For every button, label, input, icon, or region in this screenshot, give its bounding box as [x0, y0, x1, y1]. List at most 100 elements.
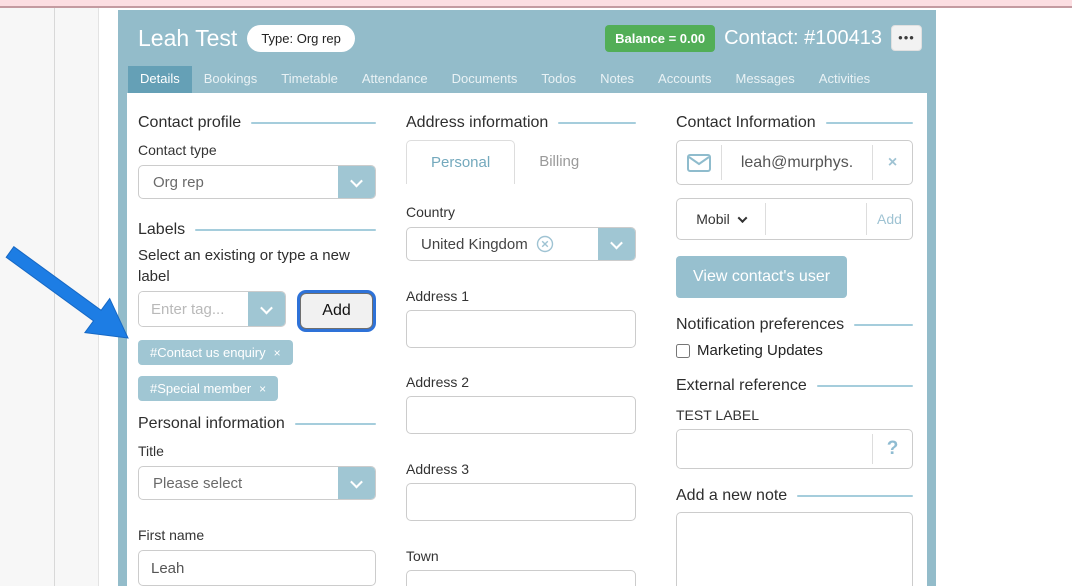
tag-chip[interactable]: #Contact us enquiry × — [138, 340, 293, 365]
contact-information-heading-text: Contact Information — [676, 114, 816, 132]
heading-rule — [826, 122, 913, 124]
heading-rule — [817, 385, 913, 387]
tab-accounts[interactable]: Accounts — [646, 66, 723, 93]
tab-activities[interactable]: Activities — [807, 66, 882, 93]
tab-documents[interactable]: Documents — [440, 66, 530, 93]
address-tabs: Personal Billing — [406, 140, 636, 184]
contact-type-select[interactable]: Org rep — [138, 165, 376, 199]
first-name-input[interactable] — [138, 550, 376, 586]
address1-label: Address 1 — [406, 288, 636, 304]
contact-id-label: Contact: #100413 — [724, 27, 882, 50]
marketing-updates-checkbox[interactable] — [676, 344, 690, 358]
clear-selection-icon[interactable] — [536, 235, 554, 253]
chevron-down-icon — [610, 236, 623, 249]
marketing-updates-label: Marketing Updates — [697, 342, 823, 359]
address2-label: Address 2 — [406, 374, 636, 390]
personal-information-heading: Personal information — [138, 415, 376, 433]
address3-input[interactable] — [406, 483, 636, 521]
external-reference-input[interactable] — [677, 430, 872, 468]
title-dropdown-button[interactable] — [338, 467, 375, 499]
tag-chip[interactable]: #Special member × — [138, 376, 278, 401]
country-select[interactable]: United Kingdom — [406, 227, 636, 261]
tab-attendance[interactable]: Attendance — [350, 66, 440, 93]
address2-input[interactable] — [406, 396, 636, 434]
contact-type-label: Contact type — [138, 142, 376, 158]
external-reference-heading-text: External reference — [676, 377, 807, 395]
new-note-textarea[interactable] — [676, 512, 913, 586]
balance-badge: Balance = 0.00 — [605, 25, 715, 52]
test-label-label: TEST LABEL — [676, 407, 913, 423]
help-icon[interactable]: ? — [873, 430, 912, 468]
contact-tab-bar: Details Bookings Timetable Attendance Do… — [118, 66, 936, 93]
remove-tag-icon[interactable]: × — [274, 346, 281, 360]
tag-chip-label: #Contact us enquiry — [150, 345, 266, 360]
tab-details[interactable]: Details — [128, 66, 192, 93]
top-pink-divider — [0, 6, 1072, 8]
phone-type-select[interactable]: Mobil — [677, 199, 765, 239]
town-label: Town — [406, 548, 636, 564]
contact-profile-heading-text: Contact profile — [138, 114, 241, 132]
heading-rule — [558, 122, 636, 124]
country-value: United Kingdom — [407, 228, 598, 260]
address1-input[interactable] — [406, 310, 636, 348]
add-note-heading-text: Add a new note — [676, 487, 787, 505]
column-contact-information: Contact Information × Mobil — [676, 93, 913, 586]
tab-messages[interactable]: Messages — [724, 66, 807, 93]
tag-entry-row: Add — [138, 291, 376, 329]
heading-rule — [251, 122, 376, 124]
envelope-icon — [677, 141, 721, 184]
tag-combobox[interactable] — [138, 291, 286, 327]
marketing-updates-row: Marketing Updates — [676, 342, 913, 359]
phone-type-value: Mobil — [696, 211, 729, 227]
labels-heading-text: Labels — [138, 221, 185, 239]
chevron-down-icon — [260, 301, 273, 314]
tab-bookings[interactable]: Bookings — [192, 66, 269, 93]
country-label: Country — [406, 204, 636, 220]
contact-record-panel: Leah Test Type: Org rep Balance = 0.00 C… — [118, 10, 936, 586]
remove-email-button[interactable]: × — [873, 141, 912, 184]
title-select[interactable]: Please select — [138, 466, 376, 500]
left-vertical-divider — [54, 8, 55, 586]
chevron-down-icon — [737, 213, 747, 223]
contact-information-heading: Contact Information — [676, 114, 913, 132]
contact-header: Leah Test Type: Org rep Balance = 0.00 C… — [118, 10, 936, 66]
country-dropdown-button[interactable] — [598, 228, 635, 260]
contact-type-dropdown-button[interactable] — [338, 166, 375, 198]
email-input[interactable] — [722, 141, 872, 184]
more-actions-button[interactable]: ••• — [891, 25, 922, 51]
notification-preferences-heading-text: Notification preferences — [676, 316, 844, 334]
remove-tag-icon[interactable]: × — [259, 382, 266, 396]
country-value-text: United Kingdom — [421, 236, 528, 253]
contact-name-title: Leah Test — [138, 25, 237, 52]
tab-todos[interactable]: Todos — [529, 66, 588, 93]
tag-input[interactable] — [139, 292, 248, 326]
tag-dropdown-button[interactable] — [248, 292, 285, 326]
tab-timetable[interactable]: Timetable — [269, 66, 350, 93]
add-note-heading: Add a new note — [676, 487, 913, 505]
add-tag-button[interactable]: Add — [300, 293, 373, 329]
contact-type-pill: Type: Org rep — [247, 25, 354, 52]
address-information-heading: Address information — [406, 114, 636, 132]
chevron-down-icon — [350, 174, 363, 187]
view-contacts-user-button[interactable]: View contact's user — [676, 256, 847, 298]
address-tab-personal[interactable]: Personal — [406, 140, 515, 184]
external-reference-row: ? — [676, 429, 913, 469]
add-phone-button[interactable]: Add — [867, 199, 912, 239]
labels-description: Select an existing or type a new label — [138, 245, 376, 287]
town-input[interactable] — [406, 570, 636, 586]
left-background-panel — [0, 8, 99, 586]
details-content: Contact profile Contact type Org rep Lab… — [118, 93, 936, 586]
address-information-heading-text: Address information — [406, 114, 548, 132]
tab-notes[interactable]: Notes — [588, 66, 646, 93]
title-label: Title — [138, 443, 376, 459]
heading-rule — [854, 324, 913, 326]
personal-information-heading-text: Personal information — [138, 415, 285, 433]
heading-rule — [797, 495, 913, 497]
phone-number-input[interactable] — [766, 199, 866, 239]
address-tab-billing[interactable]: Billing — [515, 140, 603, 184]
notification-preferences-heading: Notification preferences — [676, 316, 913, 334]
contact-profile-heading: Contact profile — [138, 114, 376, 132]
labels-heading: Labels — [138, 221, 376, 239]
tag-chip-row: #Contact us enquiry × — [138, 340, 376, 365]
tag-chip-label: #Special member — [150, 381, 251, 396]
